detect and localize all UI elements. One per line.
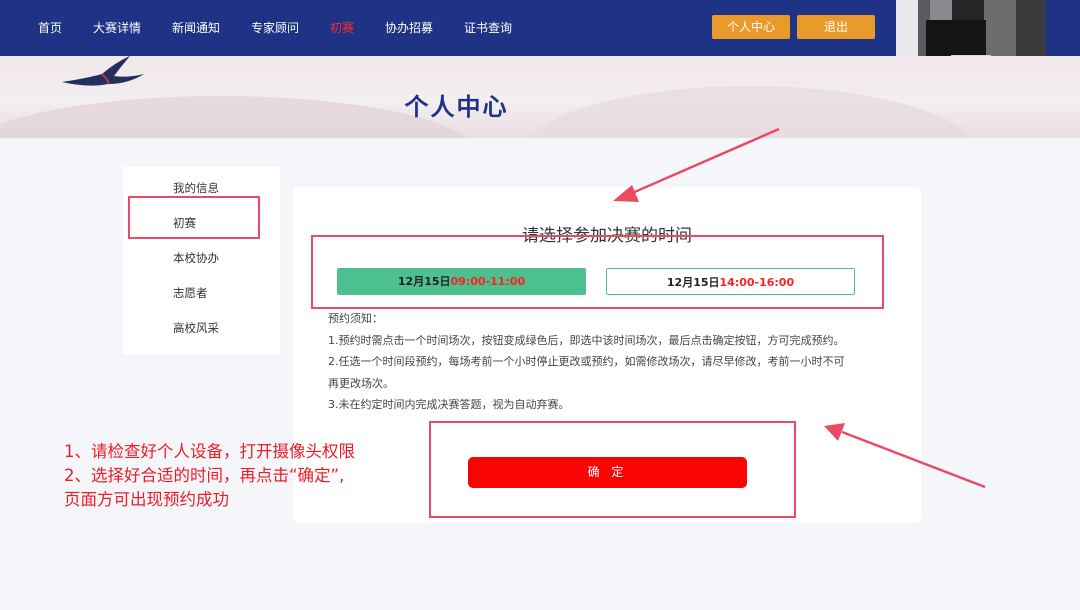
instruction-annotation: 1、请检查好个人设备，打开摄像头权限 2、选择好合适的时间，再点击“确定”, 页… <box>64 440 355 512</box>
annotation-line: 2、选择好合适的时间，再点击“确定”, <box>64 466 345 485</box>
annotation-line: 页面方可出现预约成功 <box>64 490 229 509</box>
annotation-arrows-icon <box>613 127 986 489</box>
annotation-line: 1、请检查好个人设备，打开摄像头权限 <box>64 442 355 461</box>
